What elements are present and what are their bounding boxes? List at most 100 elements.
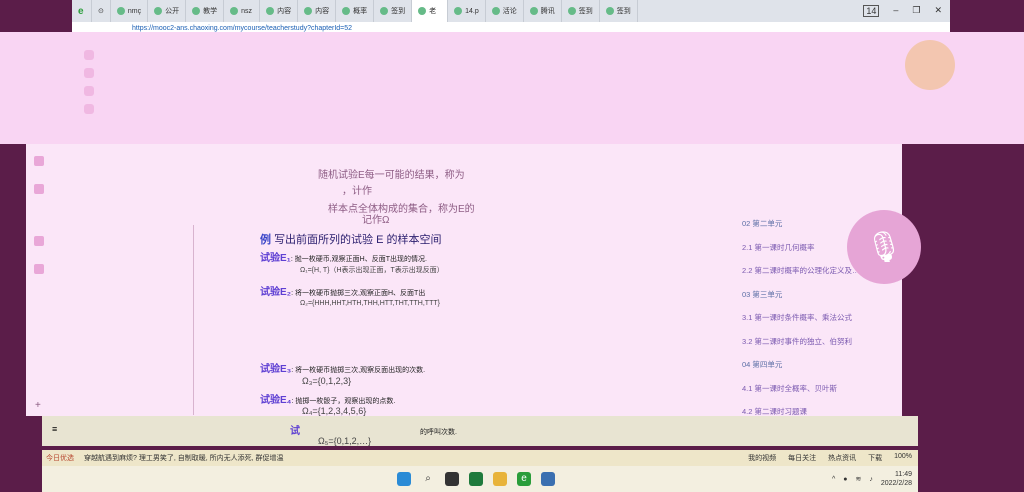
tab-label: 老: [429, 8, 437, 15]
trial-text: : 将一枚硬币抛掷三次,观察正面H、反面T出: [291, 290, 426, 297]
tab-favicon-icon: [230, 7, 239, 15]
minimize-icon[interactable]: –: [893, 5, 898, 17]
maximize-icon[interactable]: ❐: [912, 5, 920, 17]
trial-1: 试验E₁: 抛一枚硬币,观察正面H、反面T出现的情况.: [260, 249, 427, 264]
browser-tab[interactable]: nsz: [224, 0, 261, 22]
chapter-section[interactable]: 4.1 第一课时全概率、贝叶斯: [742, 377, 872, 401]
tab-label: 活论: [502, 8, 517, 15]
browser-tab[interactable]: 活论: [486, 0, 524, 22]
browser-tab[interactable]: 签到: [600, 0, 638, 22]
tab-label: 签到: [578, 8, 593, 15]
chapter-unit[interactable]: 04 第四单元: [742, 353, 872, 377]
close-icon[interactable]: ✕: [934, 5, 942, 17]
tab-favicon-icon: [491, 7, 500, 15]
note-icon[interactable]: [34, 236, 44, 246]
tab-label: nmç: [127, 7, 142, 15]
trial-text: 的呼叫次数.: [420, 429, 457, 436]
news-headline[interactable]: 穿越航遇到麻烦? 理工男笑了, 自制取暖, 所内无人添死, 群促增温: [84, 453, 284, 463]
tab-label: 14.p: [465, 7, 479, 15]
screen: e ⊙ nmç 公开 教学 nsz 内容 内容 概率 签到 老 14.p 活论 腾讯 签到 签到 14 –…: [0, 0, 1024, 492]
browser-tab[interactable]: 概率: [336, 0, 375, 22]
chapter-unit[interactable]: 03 第三单元: [742, 283, 872, 307]
chapter-icon[interactable]: [34, 156, 44, 166]
browser-tab[interactable]: 老: [412, 0, 449, 22]
avatar[interactable]: [905, 40, 955, 90]
daily-follow-link[interactable]: 每日关注: [788, 453, 816, 463]
tab-favicon-icon: [567, 7, 576, 15]
my-video-link[interactable]: 我的视频: [748, 453, 776, 463]
trial-text: : 抛掷一枚骰子，观察出现的点数.: [291, 398, 396, 405]
slide-line-2: ，计作: [342, 186, 372, 197]
taskview-icon[interactable]: [445, 472, 459, 486]
browser-tab[interactable]: nmç: [111, 0, 149, 22]
trial-label: 试验E₁: [260, 253, 291, 264]
system-tray: ^ ● ≋ ♪ 11:49 2022/2/28: [832, 470, 918, 488]
news-bar: 今日优选 穿越航遇到麻烦? 理工男笑了, 自制取暖, 所内无人添死, 群促增温 …: [42, 450, 918, 466]
tab-label: 签到: [391, 8, 406, 15]
browser-tab[interactable]: 公开: [148, 0, 187, 22]
back-icon[interactable]: ⊙: [92, 0, 111, 22]
tab-favicon-icon: [454, 7, 463, 15]
windows-start-icon[interactable]: [397, 472, 411, 486]
add-icon[interactable]: +: [35, 400, 41, 411]
browser-logo-icon[interactable]: e: [72, 0, 92, 22]
browser-tab[interactable]: 内容: [298, 0, 337, 22]
settings-icon[interactable]: [84, 104, 94, 114]
slide-footer: ≡ 试 的呼叫次数. Ω₅={0,1,2,…}: [42, 416, 918, 446]
browser-tab[interactable]: 内容: [260, 0, 299, 22]
content-divider: [193, 225, 194, 415]
tab-label: nsz: [241, 7, 253, 15]
today-pick[interactable]: 今日优选: [46, 453, 74, 463]
url-text[interactable]: https://mooc2-ans.chaoxing.com/mycourse/…: [132, 25, 352, 32]
zoom-level[interactable]: 100%: [894, 453, 912, 463]
trial-4: 试验E₄: 抛掷一枚骰子，观察出现的点数.: [260, 391, 395, 406]
message-icon[interactable]: [84, 86, 94, 96]
browser-tab[interactable]: 教学: [186, 0, 225, 22]
mic-tray-icon[interactable]: ●: [843, 476, 847, 483]
search-icon[interactable]: ⌕: [421, 472, 435, 486]
tab-favicon-icon: [192, 7, 201, 15]
chapter-section[interactable]: 3.2 第二课时事件的独立、伯努利: [742, 330, 872, 354]
folder-icon[interactable]: [493, 472, 507, 486]
discuss-icon[interactable]: [34, 264, 44, 274]
doc-icon[interactable]: [34, 184, 44, 194]
omega-1: Ω₁={H, T}（H表示出现正面，T表示出现反面）: [300, 267, 444, 274]
chapter-section[interactable]: 3.1 第一课时条件概率、乘法公式: [742, 306, 872, 330]
example-title: 例 写出前面所列的试验 E 的样本空间: [260, 231, 442, 247]
app-icon[interactable]: [541, 472, 555, 486]
trial-text: : 抛一枚硬币,观察正面H、反面T出现的情况.: [290, 256, 427, 263]
course-icon[interactable]: [84, 68, 94, 78]
tab-favicon-icon: [380, 7, 389, 15]
browser-tab[interactable]: 签到: [562, 0, 600, 22]
trial-3: 试验E₃: 将一枚硬币抛掷三次,观察反面出现的次数.: [260, 360, 425, 375]
overlay-band: [0, 32, 1024, 144]
browser-tab[interactable]: 14.p: [448, 0, 486, 22]
tab-favicon-icon: [154, 7, 163, 15]
wifi-icon[interactable]: ≋: [855, 475, 861, 483]
volume-icon[interactable]: ♪: [869, 476, 873, 483]
store-icon[interactable]: [469, 472, 483, 486]
microphone-icon[interactable]: 🎙: [847, 210, 921, 284]
example-prefix: 例: [260, 234, 271, 246]
window-controls: 14 – ❐ ✕: [863, 5, 950, 17]
chevron-up-icon[interactable]: ^: [832, 476, 835, 483]
browser-tab[interactable]: 签到: [374, 0, 413, 22]
browser-icon[interactable]: e: [517, 472, 531, 486]
trial-label: 试验E₃: [260, 364, 292, 375]
tab-label: 概率: [353, 8, 368, 15]
list-icon[interactable]: ≡: [52, 424, 57, 434]
home-icon[interactable]: [84, 50, 94, 60]
hot-news-link[interactable]: 热点资讯: [828, 453, 856, 463]
trial-2: 试验E₂: 将一枚硬币抛掷三次,观察正面H、反面T出: [260, 283, 425, 298]
slide-line-1: 随机试验E每一可能的结果，称为: [318, 170, 465, 181]
browser-tab[interactable]: 腾讯: [524, 0, 562, 22]
trial-5: 试 的呼叫次数.: [290, 422, 457, 437]
trial-label: 试验E₄: [260, 395, 292, 406]
tab-favicon-icon: [116, 7, 125, 15]
clock[interactable]: 11:49 2022/2/28: [881, 470, 912, 488]
omega-2: Ω₂={HHH,HHT,HTH,THH,HTT,THT,TTH,TTT}: [300, 300, 440, 307]
tab-count-badge[interactable]: 14: [863, 5, 880, 17]
download-link[interactable]: 下载: [868, 453, 882, 463]
left-toolbar: +: [26, 144, 52, 416]
slide-line-4: 记作Ω: [362, 215, 390, 226]
